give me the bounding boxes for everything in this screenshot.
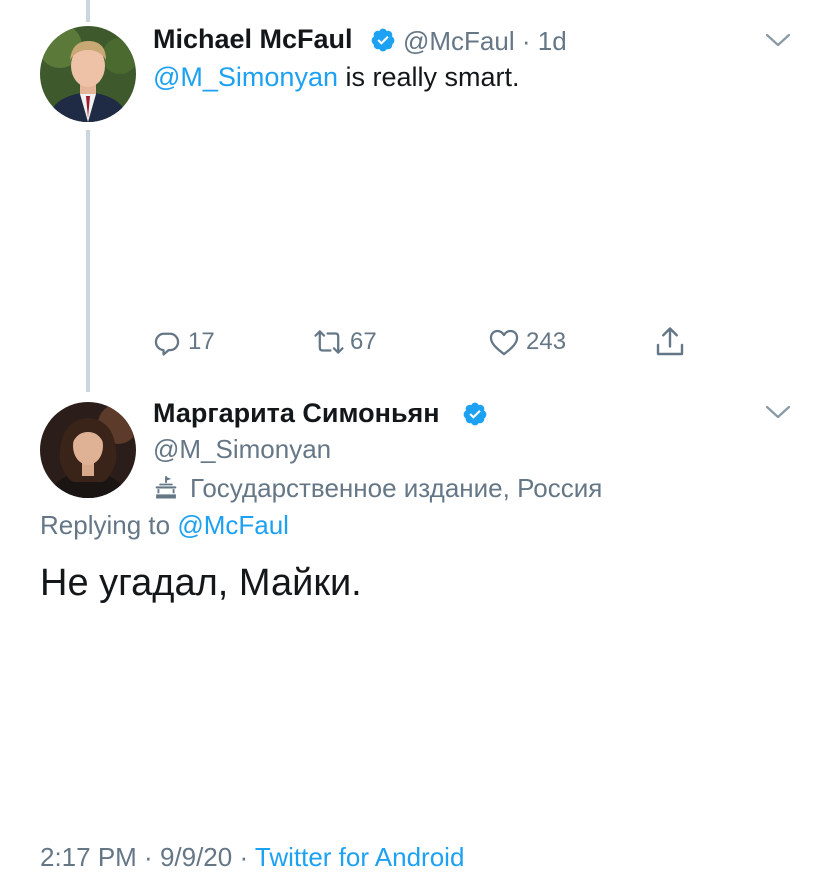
chevron-down-icon[interactable] — [764, 30, 792, 50]
state-media-label[interactable]: Государственное издание, Россия — [152, 470, 602, 506]
thread-line-top — [86, 0, 90, 22]
share-button[interactable] — [652, 322, 688, 362]
retweet-count: 67 — [350, 328, 377, 355]
author-name[interactable]: Маргарита Симоньян — [153, 398, 440, 429]
state-media-text: Государственное издание, Россия — [190, 472, 603, 503]
state-media-icon — [155, 475, 177, 499]
replying-to: Replying to @McFaul — [40, 510, 289, 540]
mention-link[interactable]: @M_Simonyan — [153, 62, 338, 92]
tweet-timestamp: 2:17 PM · 9/9/20 · Twitter for Android — [40, 842, 465, 872]
like-button[interactable]: 243 — [486, 322, 566, 362]
tweet-source[interactable]: Twitter for Android — [255, 842, 465, 872]
avatar-simonyan[interactable] — [40, 402, 136, 498]
author-name[interactable]: Michael McFaul — [153, 24, 353, 55]
action-bar: 17 67 243 — [150, 322, 710, 362]
tweet-text: Не угадал, Майки. — [40, 562, 362, 604]
share-icon — [656, 327, 684, 356]
verified-badge-icon — [463, 402, 487, 426]
author-handle[interactable]: @M_Simonyan — [153, 434, 331, 465]
tweet-text: @M_Simonyan is really smart. — [153, 62, 520, 92]
reply-icon — [154, 332, 180, 356]
replying-to-handle[interactable]: @McFaul — [177, 510, 289, 540]
thread-line — [86, 130, 90, 392]
like-count: 243 — [526, 328, 567, 355]
verified-badge-icon — [371, 28, 395, 52]
reply-count: 17 — [188, 328, 215, 355]
author-handle[interactable]: @McFaul · 1d — [403, 26, 567, 57]
chevron-down-icon[interactable] — [764, 402, 792, 422]
avatar-mcfaul[interactable] — [40, 26, 136, 122]
retweet-button[interactable]: 67 — [312, 322, 377, 362]
heart-icon — [489, 329, 519, 356]
reply-button[interactable]: 17 — [150, 322, 215, 362]
retweet-icon — [314, 330, 344, 354]
